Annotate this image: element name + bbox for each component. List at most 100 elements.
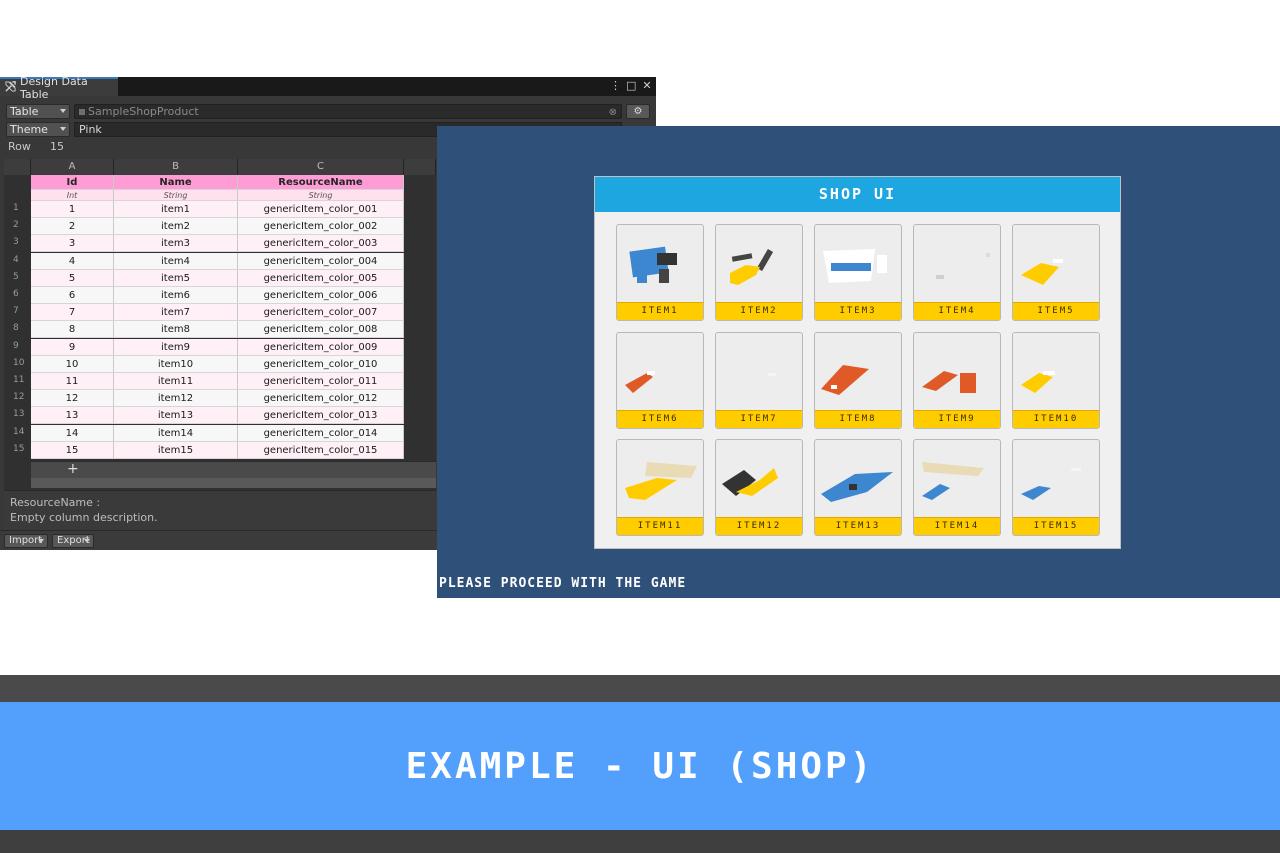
row-number[interactable]: 4 [4, 255, 31, 265]
table-cell-name[interactable]: item9 [114, 338, 238, 356]
table-cell-resource[interactable]: genericItem_color_010 [238, 355, 404, 373]
table-cell-name[interactable]: item7 [114, 304, 238, 322]
add-row-button[interactable]: + [31, 461, 436, 478]
row-number[interactable]: 8 [4, 323, 31, 333]
table-cell-name[interactable]: item14 [114, 424, 238, 442]
table-cell-resource[interactable]: genericItem_color_002 [238, 218, 404, 236]
tab-design-data-table[interactable]: Design Data Table [0, 75, 118, 101]
item-label: ITEM6 [617, 409, 703, 428]
shop-item-card[interactable]: ITEM14 [913, 439, 1001, 536]
clear-icon[interactable]: ⊗ [609, 106, 617, 119]
maximize-icon[interactable]: □ [626, 79, 636, 93]
row-number[interactable]: 9 [4, 341, 31, 351]
table-cell-name[interactable]: item12 [114, 390, 238, 408]
shop-item-card[interactable]: ITEM11 [616, 439, 704, 536]
header-cell-name[interactable]: Name [114, 175, 238, 190]
table-cell-name[interactable]: item1 [114, 201, 238, 218]
shop-item-card[interactable]: ITEM3 [814, 224, 902, 321]
shop-item-card[interactable]: ITEM2 [715, 224, 803, 321]
type-cell-resourcename[interactable]: String [238, 190, 404, 201]
table-source-field[interactable]: SampleShopProduct ⊗ [74, 104, 622, 119]
row-number[interactable]: 5 [4, 272, 31, 282]
table-cell-resource[interactable]: genericItem_color_011 [238, 373, 404, 390]
menu-icon[interactable]: ⋮ [610, 79, 621, 93]
row-number[interactable]: 12 [4, 392, 31, 402]
column-letter-a[interactable]: A [31, 159, 114, 175]
row-number[interactable]: 1 [4, 203, 31, 213]
header-cell-id[interactable]: Id [31, 175, 114, 190]
shop-item-card[interactable]: ITEM15 [1012, 439, 1100, 536]
table-cell-name[interactable]: item10 [114, 355, 238, 373]
table-cell-id[interactable]: 11 [31, 373, 114, 390]
table-cell-resource[interactable]: genericItem_color_004 [238, 252, 404, 270]
table-cell-resource[interactable]: genericItem_color_014 [238, 424, 404, 442]
shop-item-card[interactable]: ITEM8 [814, 331, 902, 429]
example-banner: EXAMPLE - UI (SHOP) [0, 702, 1280, 830]
shop-item-card[interactable]: ITEM4 [913, 224, 1001, 321]
export-button[interactable]: Export [52, 534, 94, 548]
table-cell-id[interactable]: 15 [31, 441, 114, 459]
table-cell-resource[interactable]: genericItem_color_005 [238, 269, 404, 287]
shop-item-card[interactable]: ITEM6 [616, 331, 704, 429]
table-cell-id[interactable]: 10 [31, 355, 114, 373]
table-cell-id[interactable]: 12 [31, 390, 114, 408]
row-number[interactable]: 13 [4, 409, 31, 419]
table-cell-resource[interactable]: genericItem_color_003 [238, 235, 404, 253]
table-cell-id[interactable]: 13 [31, 407, 114, 425]
horizontal-scrollbar[interactable] [31, 478, 436, 488]
item-image [1021, 468, 1081, 500]
table-cell-id[interactable]: 9 [31, 338, 114, 356]
table-cell-id[interactable]: 3 [31, 235, 114, 253]
shop-item-card[interactable]: ITEM13 [814, 439, 902, 536]
table-cell-name[interactable]: item6 [114, 287, 238, 304]
row-number[interactable]: 6 [4, 289, 31, 299]
column-letter-b[interactable]: B [114, 159, 238, 175]
table-cell-name[interactable]: item13 [114, 407, 238, 425]
row-number[interactable]: 3 [4, 237, 31, 247]
shop-item-card[interactable]: ITEM1 [616, 224, 704, 321]
table-cell-name[interactable]: item4 [114, 252, 238, 270]
shop-item-card[interactable]: ITEM5 [1012, 224, 1100, 321]
table-cell-resource[interactable]: genericItem_color_012 [238, 390, 404, 408]
table-cell-resource[interactable]: genericItem_color_015 [238, 441, 404, 459]
table-cell-name[interactable]: item2 [114, 218, 238, 236]
row-number[interactable]: 15 [4, 444, 31, 454]
table-cell-resource[interactable]: genericItem_color_013 [238, 407, 404, 425]
header-cell-resourcename[interactable]: ResourceName [238, 175, 404, 190]
table-cell-resource[interactable]: genericItem_color_009 [238, 338, 404, 356]
row-number[interactable]: 7 [4, 306, 31, 316]
table-cell-resource[interactable]: genericItem_color_006 [238, 287, 404, 304]
shop-item-card[interactable]: ITEM10 [1012, 331, 1100, 429]
table-cell-id[interactable]: 7 [31, 304, 114, 322]
table-dropdown[interactable]: Table [6, 104, 70, 119]
shop-item-card[interactable]: ITEM9 [913, 331, 1001, 429]
table-cell-id[interactable]: 5 [31, 269, 114, 287]
table-cell-name[interactable]: item15 [114, 441, 238, 459]
table-cell-id[interactable]: 8 [31, 321, 114, 339]
shop-item-card[interactable]: ITEM7 [715, 331, 803, 429]
table-cell-resource[interactable]: genericItem_color_007 [238, 304, 404, 322]
row-number[interactable]: 10 [4, 358, 31, 368]
type-cell-name[interactable]: String [114, 190, 238, 201]
table-cell-name[interactable]: item8 [114, 321, 238, 339]
type-cell-id[interactable]: Int [31, 190, 114, 201]
shop-item-card[interactable]: ITEM12 [715, 439, 803, 536]
table-cell-resource[interactable]: genericItem_color_001 [238, 201, 404, 218]
table-cell-name[interactable]: item11 [114, 373, 238, 390]
table-cell-id[interactable]: 2 [31, 218, 114, 236]
import-button[interactable]: Import [4, 534, 48, 548]
table-cell-id[interactable]: 14 [31, 424, 114, 442]
row-number[interactable]: 2 [4, 220, 31, 230]
close-icon[interactable]: ✕ [642, 79, 652, 93]
column-letter-c[interactable]: C [238, 159, 404, 175]
theme-dropdown[interactable]: Theme [6, 122, 70, 137]
table-cell-id[interactable]: 4 [31, 252, 114, 270]
row-number[interactable]: 11 [4, 375, 31, 385]
table-cell-id[interactable]: 1 [31, 201, 114, 218]
table-cell-id[interactable]: 6 [31, 287, 114, 304]
row-number[interactable]: 14 [4, 427, 31, 437]
settings-button[interactable]: ⚙ [626, 104, 650, 119]
table-cell-name[interactable]: item5 [114, 269, 238, 287]
table-cell-name[interactable]: item3 [114, 235, 238, 253]
table-cell-resource[interactable]: genericItem_color_008 [238, 321, 404, 339]
